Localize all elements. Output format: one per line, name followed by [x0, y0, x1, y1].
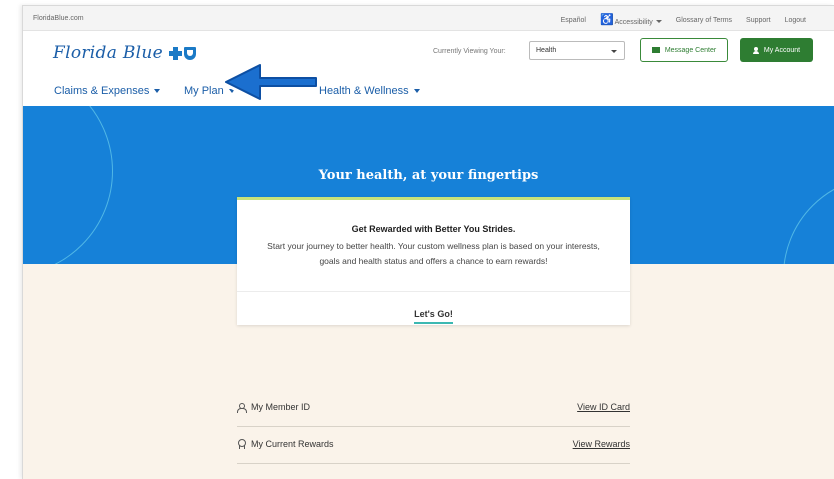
hero-decoration: [23, 106, 113, 264]
row-label-text: My Current Rewards: [251, 439, 334, 449]
florida-blue-logo[interactable]: Florida Blue: [53, 43, 196, 63]
divider: [237, 291, 630, 292]
member-id-row: My Member ID View ID Card: [237, 390, 630, 427]
current-rewards-row: My Current Rewards View Rewards: [237, 427, 630, 464]
message-center-label: Message Center: [664, 46, 717, 54]
main-nav: Claims & Expenses My Plan Health & Welln…: [23, 76, 834, 106]
card-title: Get Rewarded with Better You Strides.: [351, 224, 516, 234]
envelope-icon: [651, 47, 660, 53]
bcbs-logo-icon: [169, 46, 196, 60]
hero-title: Your health, at your fingertips: [318, 168, 539, 183]
logo-text: Florida Blue: [53, 43, 163, 63]
plan-type-value: Health: [536, 47, 557, 54]
ribbon-icon: [237, 439, 246, 449]
viewing-label: Currently Viewing Your:: [433, 48, 506, 55]
chevron-down-icon: [655, 20, 662, 23]
row-label: My Member ID: [237, 402, 311, 413]
user-icon: [752, 46, 759, 54]
hero-decoration: [783, 176, 834, 264]
utility-links: Español ♿Accessibility Glossary of Terms…: [561, 14, 806, 27]
accessibility-menu[interactable]: ♿Accessibility: [600, 14, 662, 27]
accessibility-icon: ♿: [599, 14, 614, 26]
lets-go-label: Let's Go!: [414, 309, 453, 324]
logout-link[interactable]: Logout: [785, 17, 806, 24]
my-account-label: My Account: [763, 46, 801, 54]
shield-icon: [184, 46, 196, 60]
row-label-text: My Member ID: [251, 402, 311, 412]
person-icon: [237, 402, 247, 413]
nav-item-label: Health & Wellness: [319, 85, 409, 97]
view-id-card-link[interactable]: View ID Card: [577, 402, 630, 412]
pointer-arrow-icon: [222, 61, 318, 103]
site-url: FloridaBlue.com: [33, 15, 84, 22]
nav-claims-expenses[interactable]: Claims & Expenses: [54, 85, 161, 97]
rewards-card: Get Rewarded with Better You Strides. St…: [237, 197, 630, 325]
plan-type-select[interactable]: Health: [529, 41, 625, 60]
nav-item-label: Claims & Expenses: [54, 85, 150, 97]
browser-frame: FloridaBlue.com Español ♿Accessibility G…: [22, 5, 834, 479]
row-label: My Current Rewards: [237, 439, 334, 449]
card-body: Start your journey to better health. You…: [267, 241, 600, 266]
support-link[interactable]: Support: [746, 17, 771, 24]
chevron-down-icon: [413, 89, 420, 93]
chevron-down-icon: [154, 89, 161, 93]
site-header: Florida Blue Currently Viewing Your: Hea…: [23, 31, 834, 76]
cross-icon: [169, 46, 182, 60]
my-account-button[interactable]: My Account: [740, 38, 813, 62]
lets-go-link[interactable]: Let's Go!: [237, 304, 630, 324]
view-rewards-link[interactable]: View Rewards: [573, 439, 630, 449]
utility-bar: FloridaBlue.com Español ♿Accessibility G…: [23, 6, 834, 31]
chevron-down-icon: [611, 50, 617, 53]
message-center-button[interactable]: Message Center: [640, 38, 728, 62]
espanol-link[interactable]: Español: [561, 17, 586, 24]
nav-health-wellness[interactable]: Health & Wellness: [319, 85, 420, 97]
glossary-link[interactable]: Glossary of Terms: [676, 17, 732, 24]
accessibility-label: Accessibility: [614, 19, 653, 26]
